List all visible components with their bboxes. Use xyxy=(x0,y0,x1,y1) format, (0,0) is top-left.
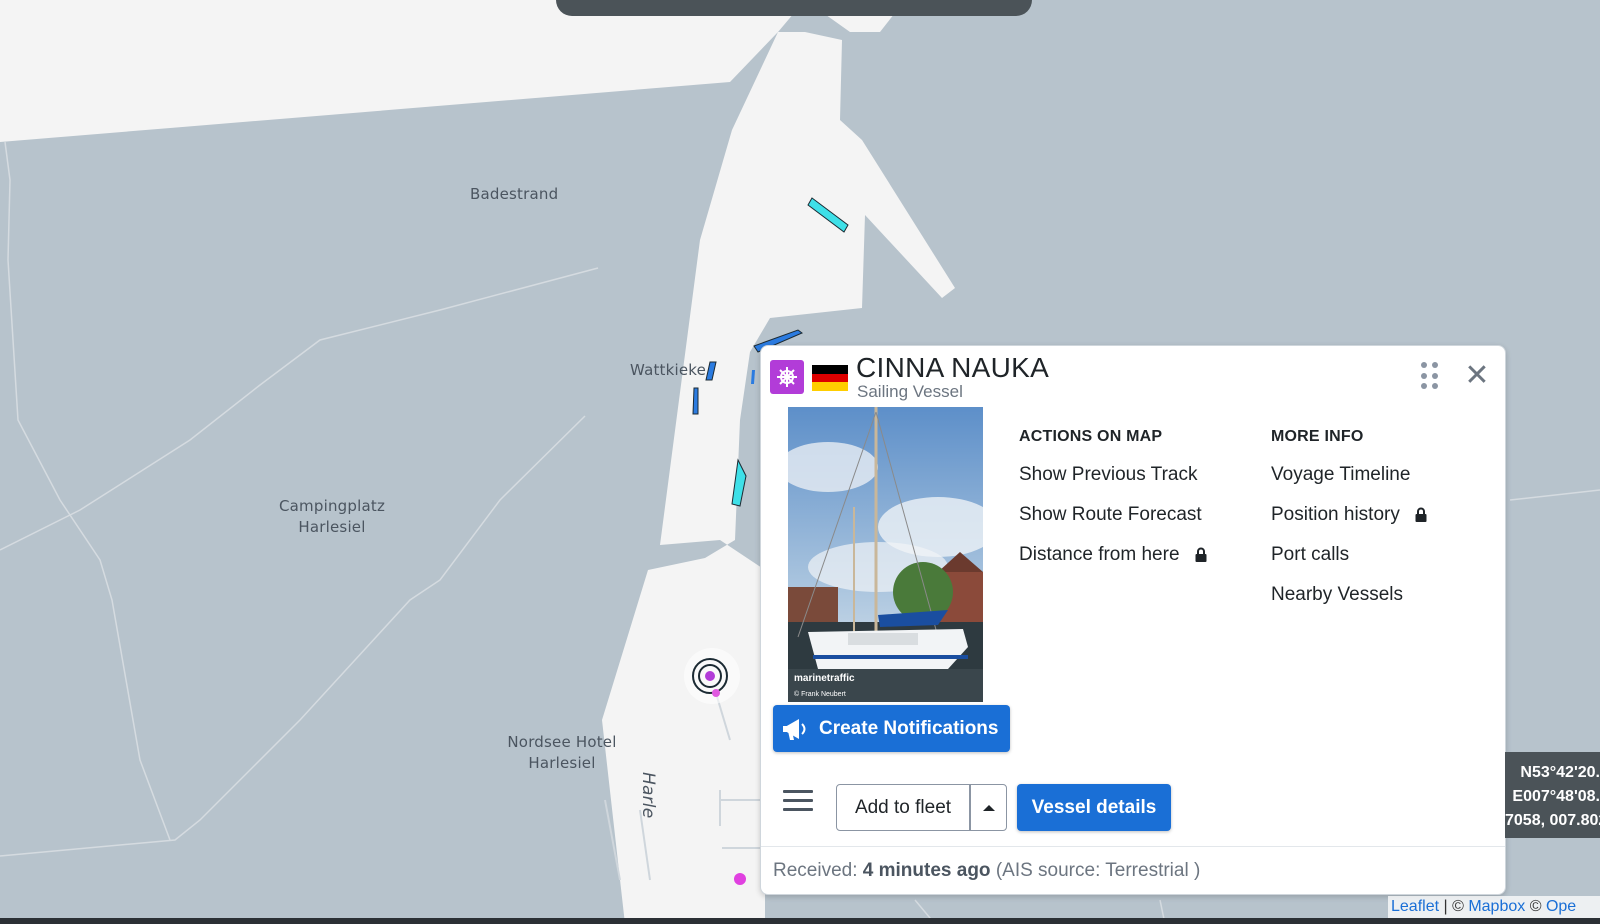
map-label-line: Harlesiel xyxy=(298,518,366,536)
ship-wheel-icon xyxy=(770,360,804,394)
add-to-fleet-dropdown[interactable] xyxy=(970,784,1007,831)
lock-icon xyxy=(1415,508,1427,523)
show-route-forecast-link[interactable]: Show Route Forecast xyxy=(1019,504,1202,526)
germany-flag-icon xyxy=(812,365,848,392)
map-label-campingplatz: Campingplatz Harlesiel xyxy=(270,496,394,538)
cursor-coordinates: N53°42'20. E007°48'08. 7058, 007.802 xyxy=(1505,752,1600,838)
port-calls-link[interactable]: Port calls xyxy=(1271,544,1349,566)
vessel-photo[interactable]: marinetraffic © Frank Neubert xyxy=(788,407,983,702)
drag-handle-icon[interactable] xyxy=(1421,362,1439,390)
map-label-hotel: Nordsee Hotel Harlesiel xyxy=(502,732,622,774)
received-status: Received: 4 minutes ago (AIS source: Ter… xyxy=(773,860,1200,882)
map-label-harle: Harle xyxy=(638,772,658,819)
bottom-bar xyxy=(0,918,1600,924)
vessel-details-button[interactable]: Vessel details xyxy=(1017,784,1171,831)
map-attribution: Leaflet | © Mapbox © Ope xyxy=(1388,896,1600,918)
leaflet-link[interactable]: Leaflet xyxy=(1391,898,1439,915)
add-to-fleet-button[interactable]: Add to fleet xyxy=(836,784,970,831)
coord-decimal: 7058, 007.802 xyxy=(1505,812,1600,829)
photo-credit-brand: marinetraffic xyxy=(794,673,855,684)
close-icon[interactable]: ✕ xyxy=(1461,360,1493,392)
coord-lon: E007°48'08. xyxy=(1512,788,1600,805)
attribution-separator: | © xyxy=(1439,898,1469,915)
show-previous-track-link[interactable]: Show Previous Track xyxy=(1019,464,1197,486)
map-label-wattkieker: Wattkieke xyxy=(630,361,707,379)
vessel-photo-image xyxy=(788,407,983,702)
attribution-separator: © xyxy=(1525,898,1546,915)
search-bar[interactable] xyxy=(556,0,1032,16)
received-prefix: Received: xyxy=(773,860,858,881)
divider xyxy=(761,846,1505,847)
map-label-line: Nordsee Hotel xyxy=(507,733,617,751)
distance-from-here-label: Distance from here xyxy=(1019,544,1180,565)
mapbox-link[interactable]: Mapbox xyxy=(1468,898,1525,915)
actions-on-map-heading: ACTIONS ON MAP xyxy=(1019,428,1163,445)
nearby-vessels-link[interactable]: Nearby Vessels xyxy=(1271,584,1403,606)
map-label-line: Campingplatz xyxy=(278,497,386,515)
vessel-marker-blue-3[interactable] xyxy=(692,387,699,415)
position-history-link[interactable]: Position history xyxy=(1271,504,1427,526)
lock-icon xyxy=(1195,548,1207,563)
received-time: 4 minutes ago xyxy=(862,860,991,881)
position-history-label: Position history xyxy=(1271,504,1400,525)
vessel-marker-magenta[interactable] xyxy=(734,873,746,885)
create-notifications-button[interactable]: Create Notifications xyxy=(773,705,1010,752)
voyage-timeline-link[interactable]: Voyage Timeline xyxy=(1271,464,1410,486)
map-label-line: Harlesiel xyxy=(528,754,596,772)
more-info-heading: MORE INFO xyxy=(1271,428,1364,445)
received-source: (AIS source: Terrestrial ) xyxy=(995,860,1201,881)
openstreetmap-link[interactable]: Ope xyxy=(1546,898,1576,915)
vessel-popup: CINNA NAUKA Sailing Vessel ✕ marinetraff… xyxy=(760,345,1506,895)
photo-credit-author: © Frank Neubert xyxy=(794,691,846,698)
selected-vessel-target[interactable] xyxy=(684,648,740,704)
megaphone-icon xyxy=(783,718,806,740)
menu-icon[interactable] xyxy=(783,790,813,814)
caret-up-icon xyxy=(982,804,995,811)
map-label-badestrand: Badestrand xyxy=(470,185,559,203)
distance-from-here-link[interactable]: Distance from here xyxy=(1019,544,1207,566)
create-notifications-label: Create Notifications xyxy=(819,717,999,739)
coord-lat: N53°42'20. xyxy=(1520,764,1600,781)
vessel-name: CINNA NAUKA xyxy=(856,352,1050,383)
vessel-type: Sailing Vessel xyxy=(857,382,963,401)
